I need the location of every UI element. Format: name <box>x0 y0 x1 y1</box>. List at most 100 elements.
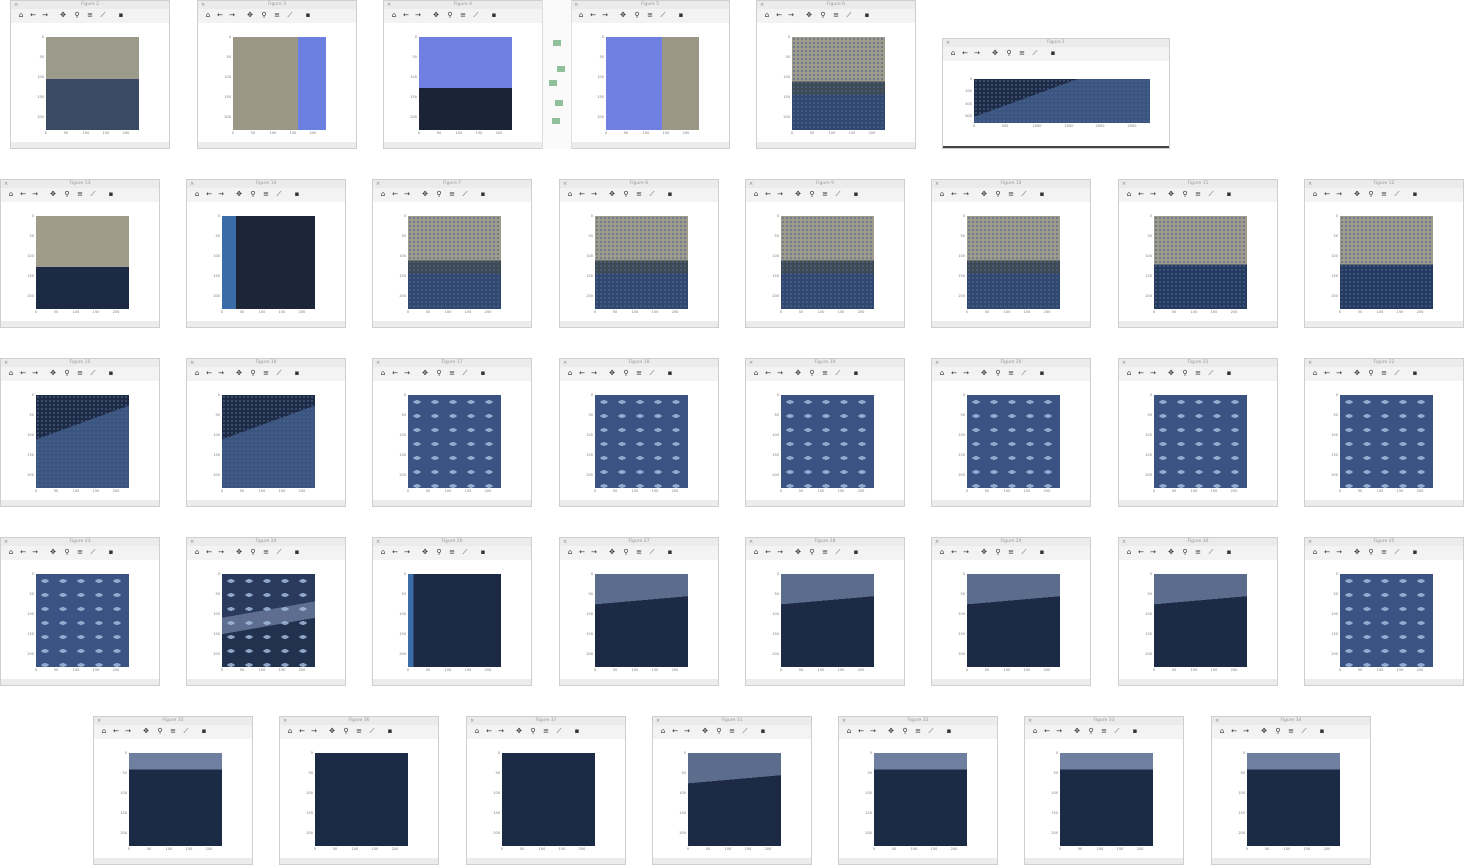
home-icon[interactable]: ⌂ <box>193 548 201 557</box>
zoom-icon[interactable]: ⚲ <box>1181 190 1189 199</box>
image-axes[interactable] <box>781 216 874 309</box>
save-icon[interactable]: ▪ <box>293 548 301 557</box>
zoom-icon[interactable]: ⚲ <box>249 548 257 557</box>
figure-window[interactable]: × Figure 30 ⌂ ← → ✥ ⚲ ≡ ⟋ ▪ 0 50 100 150 200 0 50 100 150 2… <box>1118 537 1278 686</box>
zoom-icon[interactable]: ⚲ <box>622 548 630 557</box>
home-icon[interactable]: ⌂ <box>379 369 387 378</box>
axes-icon[interactable]: ⟋ <box>927 727 935 736</box>
zoom-icon[interactable]: ⚲ <box>1274 727 1282 736</box>
save-icon[interactable]: ▪ <box>1411 369 1419 378</box>
configure-icon[interactable]: ≡ <box>262 369 270 378</box>
image-axes[interactable] <box>408 574 501 667</box>
back-icon[interactable]: ← <box>29 11 37 20</box>
save-icon[interactable]: ▪ <box>107 369 115 378</box>
forward-icon[interactable]: → <box>217 548 225 557</box>
save-icon[interactable]: ▪ <box>1038 369 1046 378</box>
configure-icon[interactable]: ≡ <box>821 548 829 557</box>
axes-icon[interactable]: ⟋ <box>461 548 469 557</box>
zoom-icon[interactable]: ⚲ <box>633 11 641 20</box>
configure-icon[interactable]: ≡ <box>262 190 270 199</box>
figure-window[interactable]: × Figure 8 ⌂ ← → ✥ ⚲ ≡ ⟋ ▪ 0 50 100 150 200 0 50 100 150 20… <box>559 179 719 328</box>
axes-icon[interactable]: ⟋ <box>286 11 294 20</box>
axes-icon[interactable]: ⟋ <box>1300 727 1308 736</box>
back-icon[interactable]: ← <box>1323 548 1331 557</box>
forward-icon[interactable]: → <box>1242 727 1250 736</box>
configure-icon[interactable]: ≡ <box>635 548 643 557</box>
axes-icon[interactable]: ⟋ <box>1113 727 1121 736</box>
configure-icon[interactable]: ≡ <box>1100 727 1108 736</box>
pan-icon[interactable]: ✥ <box>1167 548 1175 557</box>
pan-icon[interactable]: ✥ <box>421 548 429 557</box>
forward-icon[interactable]: → <box>1335 369 1343 378</box>
home-icon[interactable]: ⌂ <box>1125 190 1133 199</box>
image-axes[interactable] <box>1154 574 1247 667</box>
save-icon[interactable]: ▪ <box>759 727 767 736</box>
image-axes[interactable] <box>36 216 129 309</box>
image-axes[interactable] <box>222 216 315 309</box>
save-icon[interactable]: ▪ <box>479 190 487 199</box>
pan-icon[interactable]: ✥ <box>49 369 57 378</box>
forward-icon[interactable]: → <box>228 11 236 20</box>
configure-icon[interactable]: ≡ <box>273 11 281 20</box>
save-icon[interactable]: ▪ <box>107 548 115 557</box>
axes-icon[interactable]: ⟋ <box>89 548 97 557</box>
pan-icon[interactable]: ✥ <box>235 190 243 199</box>
pan-icon[interactable]: ✥ <box>980 369 988 378</box>
axes-icon[interactable]: ⟋ <box>368 727 376 736</box>
image-axes[interactable] <box>1247 753 1340 846</box>
axes-icon[interactable]: ⟋ <box>648 369 656 378</box>
image-axes[interactable] <box>792 37 885 130</box>
figure-window[interactable]: × Figure 27 ⌂ ← → ✥ ⚲ ≡ ⟋ ▪ 0 50 100 150 200 0 50 100 150 2… <box>559 537 719 686</box>
image-axes[interactable] <box>781 395 874 488</box>
configure-icon[interactable]: ≡ <box>1018 49 1026 58</box>
save-icon[interactable]: ▪ <box>1318 727 1326 736</box>
back-icon[interactable]: ← <box>391 190 399 199</box>
pan-icon[interactable]: ✥ <box>1073 727 1081 736</box>
save-icon[interactable]: ▪ <box>1038 548 1046 557</box>
image-axes[interactable] <box>1340 216 1433 309</box>
back-icon[interactable]: ← <box>950 369 958 378</box>
figure-window[interactable]: × Figure 28 ⌂ ← → ✥ ⚲ ≡ ⟋ ▪ 0 50 100 150 200 0 50 100 150 2… <box>745 537 905 686</box>
axes-icon[interactable]: ⟋ <box>741 727 749 736</box>
pan-icon[interactable]: ✥ <box>887 727 895 736</box>
pan-icon[interactable]: ✥ <box>794 369 802 378</box>
home-icon[interactable]: ⌂ <box>577 11 585 20</box>
zoom-icon[interactable]: ⚲ <box>622 190 630 199</box>
zoom-icon[interactable]: ⚲ <box>156 727 164 736</box>
configure-icon[interactable]: ≡ <box>821 190 829 199</box>
zoom-icon[interactable]: ⚲ <box>63 548 71 557</box>
pan-icon[interactable]: ✥ <box>805 11 813 20</box>
home-icon[interactable]: ⌂ <box>390 11 398 20</box>
save-icon[interactable]: ▪ <box>293 190 301 199</box>
forward-icon[interactable]: → <box>1335 548 1343 557</box>
forward-icon[interactable]: → <box>403 190 411 199</box>
back-icon[interactable]: ← <box>1137 369 1145 378</box>
configure-icon[interactable]: ≡ <box>646 11 654 20</box>
image-axes[interactable] <box>1060 753 1153 846</box>
image-axes[interactable] <box>36 574 129 667</box>
axes-icon[interactable]: ⟋ <box>1393 369 1401 378</box>
forward-icon[interactable]: → <box>776 548 784 557</box>
zoom-icon[interactable]: ⚲ <box>342 727 350 736</box>
home-icon[interactable]: ⌂ <box>379 190 387 199</box>
configure-icon[interactable]: ≡ <box>448 190 456 199</box>
save-icon[interactable]: ▪ <box>1411 548 1419 557</box>
figure-window[interactable]: × Figure 7 ⌂ ← → ✥ ⚲ ≡ ⟋ ▪ 0 50 100 150 200 0 50 100 150 20… <box>372 179 532 328</box>
save-icon[interactable]: ▪ <box>490 11 498 20</box>
forward-icon[interactable]: → <box>962 369 970 378</box>
image-axes[interactable] <box>1154 216 1247 309</box>
forward-icon[interactable]: → <box>590 548 598 557</box>
zoom-icon[interactable]: ⚲ <box>1181 548 1189 557</box>
back-icon[interactable]: ← <box>589 11 597 20</box>
figure-window[interactable]: × Figure 12 ⌂ ← → ✥ ⚲ ≡ ⟋ ▪ 0 50 100 150 200 0 50 100 150 2… <box>1304 179 1464 328</box>
forward-icon[interactable]: → <box>590 190 598 199</box>
zoom-icon[interactable]: ⚲ <box>1367 190 1375 199</box>
figure-window[interactable]: × Figure 33 ⌂ ← → ✥ ⚲ ≡ ⟋ ▪ 0 50 100 150 200 0 50 100 150 2… <box>1024 716 1184 865</box>
image-axes[interactable] <box>967 395 1060 488</box>
figure-window[interactable]: × Figure 17 ⌂ ← → ✥ ⚲ ≡ ⟋ ▪ 0 50 100 150 200 0 50 100 150 2… <box>372 358 532 507</box>
home-icon[interactable]: ⌂ <box>204 11 212 20</box>
save-icon[interactable]: ▪ <box>1411 190 1419 199</box>
image-axes[interactable] <box>967 216 1060 309</box>
save-icon[interactable]: ▪ <box>1225 369 1233 378</box>
save-icon[interactable]: ▪ <box>1038 190 1046 199</box>
